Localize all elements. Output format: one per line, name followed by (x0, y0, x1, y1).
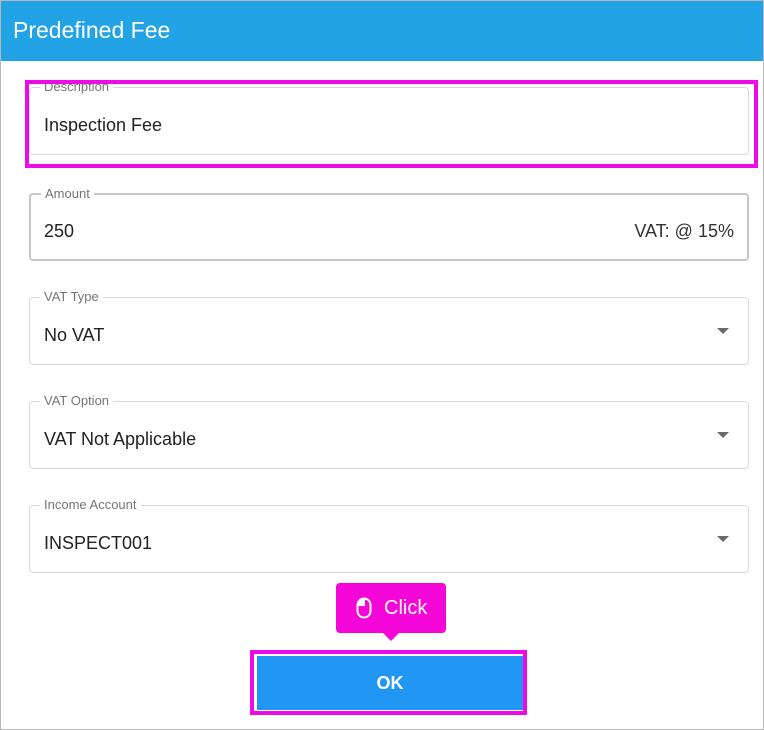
vat-type-label: VAT Type (40, 289, 103, 305)
description-label: Description (40, 79, 114, 95)
income-account-value: INSPECT001 (44, 533, 153, 553)
vat-option-select[interactable]: VAT Option VAT Not Applicable (29, 393, 749, 469)
vat-type-select[interactable]: VAT Type No VAT (29, 289, 749, 365)
dialog-titlebar: Predefined Fee (1, 1, 763, 61)
caret-down-icon[interactable] (717, 432, 729, 438)
vat-option-label: VAT Option (40, 393, 114, 409)
vat-option-value: VAT Not Applicable (44, 429, 197, 449)
tooltip-label: Click (384, 597, 428, 619)
mouse-icon (356, 597, 372, 619)
click-tooltip: Click (336, 583, 446, 641)
ok-button[interactable]: OK (257, 656, 523, 710)
caret-down-icon[interactable] (717, 328, 729, 334)
description-field[interactable]: Description Inspection Fee (29, 79, 749, 155)
amount-field[interactable]: Amount 250 VAT: @ 15% (29, 186, 749, 261)
caret-down-icon[interactable] (717, 536, 729, 542)
amount-label: Amount (41, 186, 94, 202)
income-account-select[interactable]: Income Account INSPECT001 (29, 497, 749, 573)
predefined-fee-dialog: Predefined Fee Description Inspection Fe… (0, 0, 764, 730)
description-value: Inspection Fee (44, 115, 163, 135)
amount-value: 250 (44, 221, 75, 241)
vat-rate-suffix: VAT: @ 15% (634, 221, 734, 241)
income-account-label: Income Account (40, 497, 141, 513)
dialog-title: Predefined Fee (13, 17, 171, 43)
vat-type-value: No VAT (44, 325, 105, 345)
